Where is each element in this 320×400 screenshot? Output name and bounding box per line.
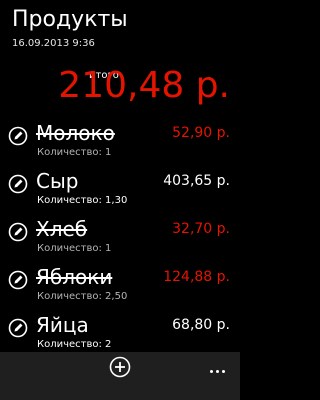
edit-icon[interactable] (8, 126, 28, 146)
item-quantity: Количество: 2,50 (37, 291, 128, 302)
edit-icon[interactable] (8, 270, 28, 290)
item-quantity: Количество: 2 (37, 339, 112, 350)
item-price: 124,88 р. (163, 269, 230, 285)
item-quantity: Количество: 1 (37, 243, 112, 254)
item-price: 32,70 р. (172, 221, 230, 237)
item-name: Хлеб (36, 217, 88, 241)
edit-icon[interactable] (8, 174, 28, 194)
add-icon[interactable] (109, 356, 131, 378)
total-value: 210,48 р. (58, 65, 230, 106)
item-price: 403,65 р. (163, 173, 230, 189)
page-title: Продукты (12, 7, 128, 32)
item-price: 68,80 р. (172, 317, 230, 333)
list-item[interactable]: Молоко Количество: 1 52,90 р. (0, 121, 240, 170)
list-item[interactable]: Яблоки Количество: 2,50 124,88 р. (0, 265, 240, 314)
edit-icon[interactable] (8, 222, 28, 242)
item-name: Яйца (36, 313, 89, 337)
item-price: 52,90 р. (172, 125, 230, 141)
edit-icon[interactable] (8, 318, 28, 338)
item-quantity: Количество: 1 (37, 147, 112, 158)
item-quantity: Количество: 1,30 (37, 195, 128, 206)
more-icon[interactable] (210, 358, 230, 373)
app-bar (0, 352, 240, 400)
list-item[interactable]: Хлеб Количество: 1 32,70 р. (0, 217, 240, 266)
item-name: Яблоки (36, 265, 113, 289)
list-date: 16.09.2013 9:36 (12, 38, 95, 49)
item-name: Сыр (36, 169, 79, 193)
item-name: Молоко (36, 121, 115, 145)
list-item[interactable]: Сыр Количество: 1,30 403,65 р. (0, 169, 240, 218)
